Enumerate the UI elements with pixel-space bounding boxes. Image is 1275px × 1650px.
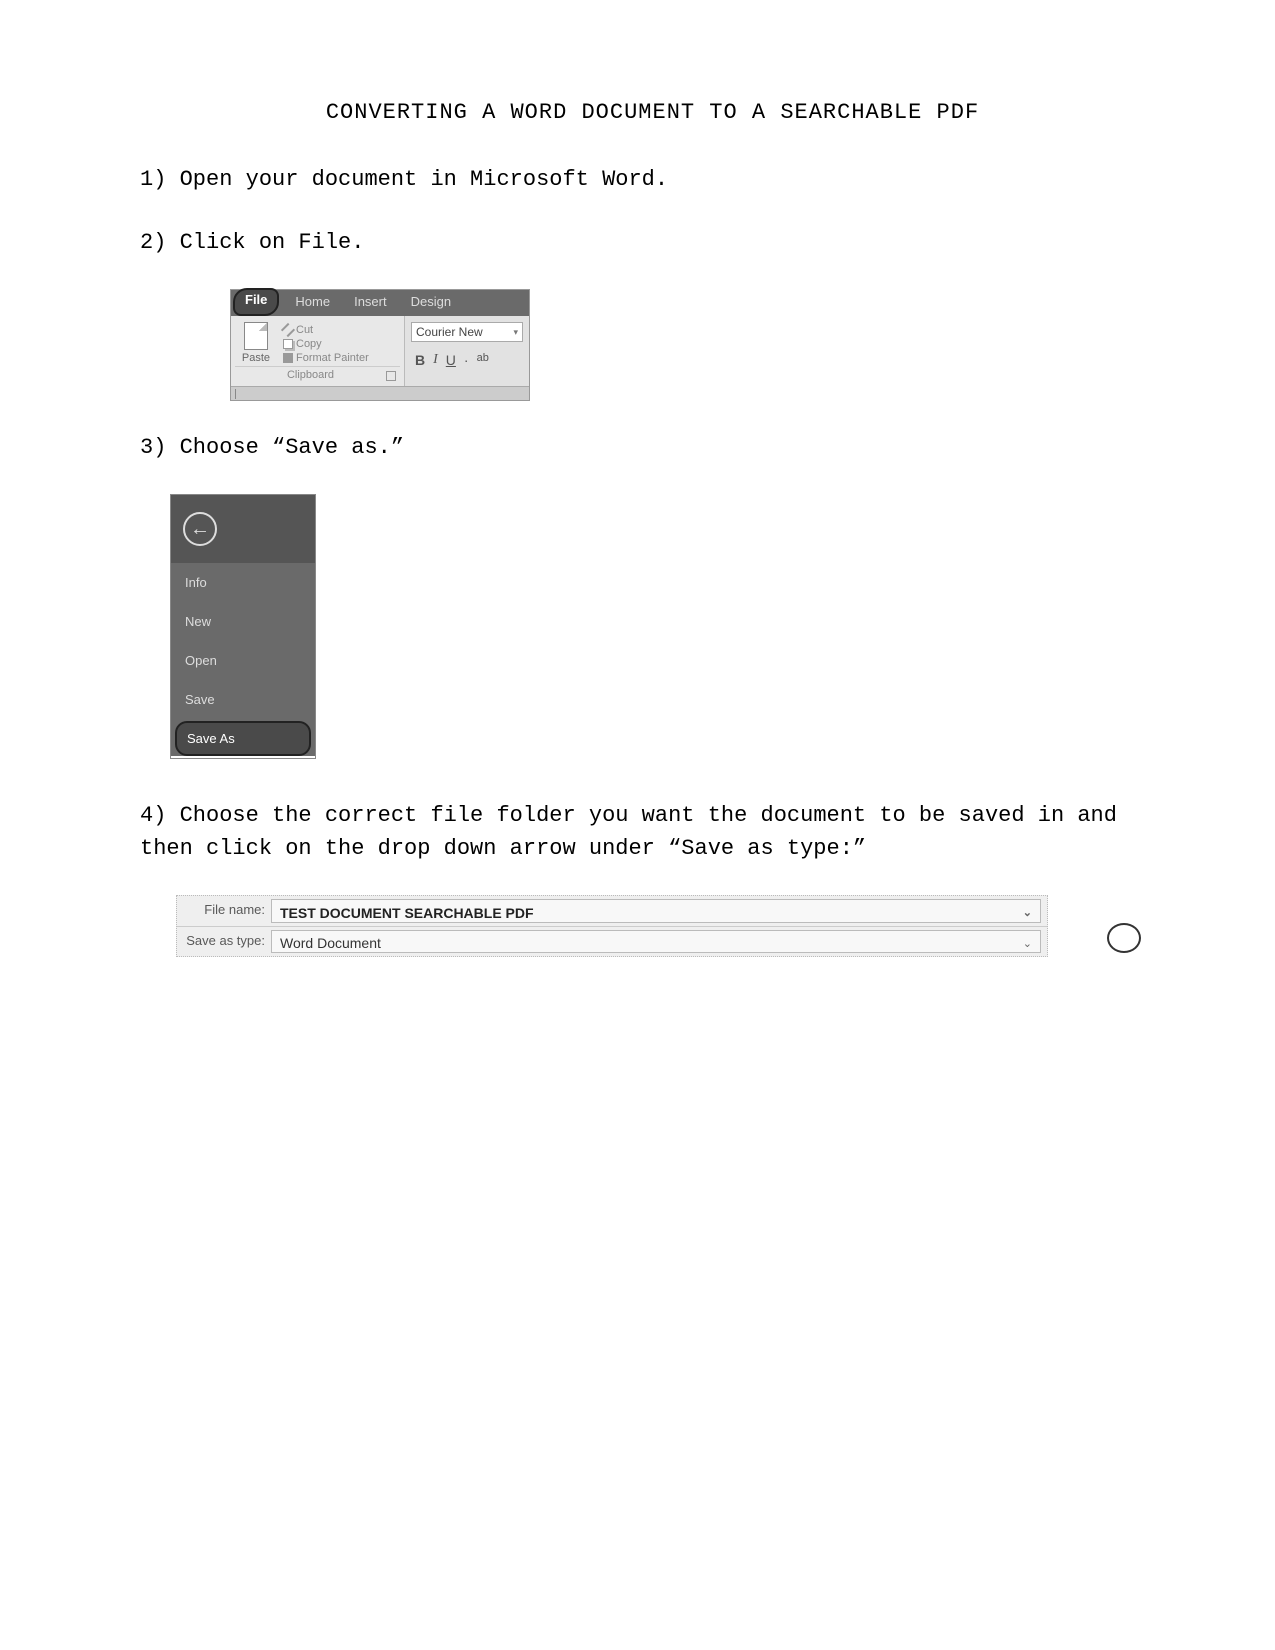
font-group: Courier New ▾ B I U · ab (405, 316, 529, 386)
menu-new[interactable]: New (171, 602, 315, 641)
bold-button[interactable]: B (415, 352, 425, 368)
file-name-input[interactable]: TEST DOCUMENT SEARCHABLE PDF ⌄ (271, 899, 1041, 923)
paste-label: Paste (242, 352, 270, 364)
italic-button[interactable]: I (433, 352, 438, 368)
screenshot-file-backstage: ← Info New Open Save Save As (170, 494, 1135, 759)
format-painter-label: Format Painter (296, 352, 369, 364)
step-1: 1) Open your document in Microsoft Word. (140, 163, 1135, 196)
back-button[interactable]: ← (183, 512, 217, 546)
menu-save[interactable]: Save (171, 680, 315, 719)
annotation-circle (1107, 923, 1141, 953)
save-as-type-label: Save as type: (177, 927, 271, 956)
font-name-value: Courier New (416, 325, 483, 339)
font-name-dropdown[interactable]: Courier New ▾ (411, 322, 523, 342)
separator: · (464, 352, 469, 368)
menu-open[interactable]: Open (171, 641, 315, 680)
step-4: 4) Choose the correct file folder you wa… (140, 799, 1135, 865)
screenshot-save-dialog-fields: File name: TEST DOCUMENT SEARCHABLE PDF … (176, 895, 1135, 957)
tab-home[interactable]: Home (283, 290, 342, 316)
dialog-launcher-icon[interactable] (386, 371, 396, 381)
step-4-number: 4) (140, 803, 166, 828)
file-name-value: TEST DOCUMENT SEARCHABLE PDF (280, 905, 534, 921)
tab-file[interactable]: File (233, 288, 279, 316)
file-name-label: File name: (177, 896, 271, 926)
save-as-type-dropdown[interactable]: Word Document ⌄ (271, 930, 1041, 953)
paste-icon (244, 322, 268, 350)
menu-info[interactable]: Info (171, 563, 315, 602)
clipboard-group: Paste Cut Copy Format Painter Clipboard (231, 316, 405, 386)
scissors-icon (281, 323, 295, 337)
chevron-down-icon[interactable]: ⌄ (1023, 906, 1032, 919)
cut-label: Cut (296, 324, 313, 336)
arrow-left-icon: ← (190, 518, 210, 541)
file-name-row: File name: TEST DOCUMENT SEARCHABLE PDF … (177, 896, 1047, 926)
ruler (231, 386, 529, 400)
copy-button[interactable]: Copy (283, 338, 369, 350)
backstage-header: ← (171, 495, 315, 563)
save-as-type-value: Word Document (280, 935, 381, 951)
tab-design[interactable]: Design (399, 290, 463, 316)
screenshot-word-ribbon: File Home Insert Design Paste Cut Copy F… (230, 289, 530, 401)
brush-icon (283, 353, 293, 363)
tab-insert[interactable]: Insert (342, 290, 399, 316)
step-2-number: 2) (140, 230, 166, 255)
step-3-number: 3) (140, 435, 166, 460)
copy-label: Copy (296, 338, 322, 350)
step-4-text: Choose the correct file folder you want … (140, 803, 1117, 861)
copy-icon (283, 339, 293, 349)
document-title: CONVERTING A WORD DOCUMENT TO A SEARCHAB… (170, 100, 1135, 125)
format-painter-button[interactable]: Format Painter (283, 352, 369, 364)
step-1-number: 1) (140, 167, 166, 192)
step-3-text: Choose “Save as.” (180, 435, 404, 460)
backstage-menu: Info New Open Save Save As (171, 563, 315, 756)
step-3: 3) Choose “Save as.” (140, 431, 1135, 464)
paste-button[interactable]: Paste (235, 320, 277, 364)
clipboard-group-label: Clipboard (287, 369, 334, 381)
chevron-down-icon: ▾ (513, 327, 518, 338)
step-2: 2) Click on File. (140, 226, 1135, 259)
underline-button[interactable]: U (446, 352, 456, 368)
save-as-type-row: Save as type: Word Document ⌄ (177, 926, 1047, 956)
step-1-text: Open your document in Microsoft Word. (180, 167, 668, 192)
menu-save-as[interactable]: Save As (175, 721, 311, 756)
cut-button[interactable]: Cut (283, 324, 369, 336)
step-2-text: Click on File. (180, 230, 365, 255)
chevron-down-icon[interactable]: ⌄ (1023, 937, 1032, 950)
ribbon-tab-bar: File Home Insert Design (231, 290, 529, 316)
text-effects-button[interactable]: ab (477, 352, 489, 368)
